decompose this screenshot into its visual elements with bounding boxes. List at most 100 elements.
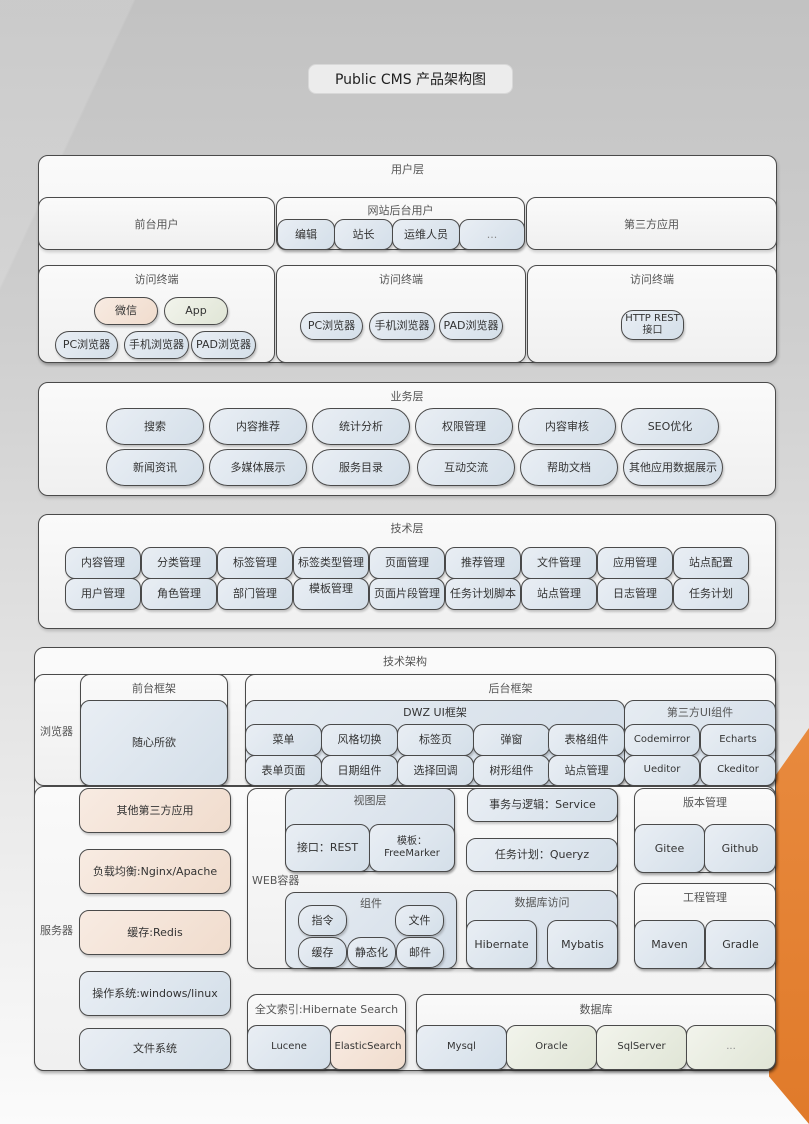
- database-label: 数据库: [579, 1003, 613, 1016]
- db-hibernate[interactable]: Hibernate: [466, 920, 537, 969]
- server-stack-item[interactable]: 负载均衡:Nginx/Apache: [79, 849, 231, 894]
- terminal-label-1: 访问终端: [134, 273, 179, 286]
- role-more[interactable]: ...: [459, 219, 525, 250]
- terminal-label-2: 访问终端: [379, 273, 423, 286]
- business-item[interactable]: 帮助文档: [520, 449, 618, 486]
- tech-item[interactable]: 部门管理: [217, 578, 293, 610]
- tech-item[interactable]: 任务计划脚本: [445, 578, 521, 610]
- server-label: 服务器: [40, 924, 73, 937]
- build-label: 工程管理: [683, 891, 727, 904]
- business-item[interactable]: SEO优化: [621, 408, 719, 445]
- component-cache[interactable]: 缓存: [298, 937, 347, 968]
- tech-item[interactable]: 标签管理: [217, 547, 293, 579]
- dwz-item[interactable]: 日期组件: [321, 755, 398, 786]
- tech-item[interactable]: 文件管理: [521, 547, 597, 579]
- business-item[interactable]: 新闻资讯: [106, 449, 204, 486]
- business-layer-label: 业务层: [390, 390, 424, 403]
- dwz-item[interactable]: 树形组件: [473, 755, 550, 786]
- role-ops[interactable]: 运维人员: [392, 219, 460, 250]
- business-item[interactable]: 搜索: [106, 408, 204, 445]
- server-stack-item[interactable]: 文件系统: [79, 1028, 231, 1070]
- business-item[interactable]: 多媒体展示: [209, 449, 307, 486]
- frontend-framework-content[interactable]: 随心所欲: [80, 700, 228, 786]
- db-mysql[interactable]: Mysql: [416, 1025, 507, 1070]
- tech-item[interactable]: 任务计划: [673, 578, 749, 610]
- tech-item[interactable]: 模板管理: [293, 578, 369, 610]
- architecture-label: 技术架构: [383, 655, 427, 668]
- fulltext-lucene[interactable]: Lucene: [247, 1025, 331, 1070]
- db-sqlserver[interactable]: SqlServer: [596, 1025, 687, 1070]
- business-item[interactable]: 服务目录: [312, 449, 410, 486]
- server-stack-item[interactable]: 其他第三方应用: [79, 788, 231, 833]
- tech-item[interactable]: 站点管理: [521, 578, 597, 610]
- terminal-mobile-browser[interactable]: 手机浏览器: [369, 312, 435, 340]
- business-item[interactable]: 其他应用数据展示: [623, 449, 723, 486]
- dwz-item[interactable]: 风格切换: [321, 724, 398, 756]
- business-item[interactable]: 权限管理: [415, 408, 513, 445]
- terminal-pc-browser[interactable]: PC浏览器: [300, 312, 363, 340]
- business-item[interactable]: 互动交流: [417, 449, 515, 486]
- build-maven[interactable]: Maven: [634, 920, 705, 969]
- third-ui-item[interactable]: Codemirror: [624, 724, 700, 756]
- vc-github[interactable]: Github: [704, 824, 776, 873]
- third-party-apps-box: 第三方应用: [526, 197, 777, 250]
- tech-item[interactable]: 站点配置: [673, 547, 749, 579]
- third-ui-item[interactable]: Ckeditor: [700, 755, 776, 786]
- browser-label: 浏览器: [40, 725, 73, 738]
- third-ui-item[interactable]: Ueditor: [624, 755, 700, 786]
- dwz-item[interactable]: 选择回调: [397, 755, 474, 786]
- terminal-pc-browser[interactable]: PC浏览器: [55, 331, 118, 359]
- tech-item[interactable]: 角色管理: [141, 578, 217, 610]
- view-freemarker[interactable]: 模板： FreeMarker: [369, 824, 455, 872]
- user-layer-label: 用户层: [391, 163, 424, 176]
- terminal-http-rest[interactable]: HTTP REST 接口: [621, 310, 684, 340]
- dwz-item[interactable]: 表单页面: [245, 755, 322, 786]
- terminal-wechat[interactable]: 微信: [94, 297, 158, 325]
- business-item[interactable]: 内容审核: [518, 408, 616, 445]
- terminal-pad-browser[interactable]: PAD浏览器: [439, 312, 503, 340]
- dwz-item[interactable]: 弹窗: [473, 724, 550, 756]
- tech-item[interactable]: 推荐管理: [445, 547, 521, 579]
- tech-item[interactable]: 内容管理: [65, 547, 141, 579]
- tech-item[interactable]: 用户管理: [65, 578, 141, 610]
- dwz-item[interactable]: 标签页: [397, 724, 474, 756]
- business-item[interactable]: 内容推荐: [209, 408, 307, 445]
- tech-item[interactable]: 标签类型管理: [293, 547, 369, 579]
- third-ui-item[interactable]: Echarts: [700, 724, 776, 756]
- scheduler-box[interactable]: 任务计划：Queryz: [466, 838, 618, 872]
- component-file[interactable]: 文件: [395, 905, 444, 936]
- vc-gitee[interactable]: Gitee: [634, 824, 705, 873]
- backend-users-label: 网站后台用户: [367, 204, 434, 217]
- build-gradle[interactable]: Gradle: [705, 920, 776, 969]
- fulltext-elasticsearch[interactable]: ElasticSearch: [330, 1025, 406, 1070]
- server-stack-item[interactable]: 缓存:Redis: [79, 910, 231, 955]
- view-rest[interactable]: 接口：REST: [285, 824, 370, 872]
- frontend-framework-label: 前台框架: [132, 682, 176, 695]
- frontend-users-box: 前台用户: [38, 197, 275, 250]
- terminal-label-3: 访问终端: [630, 273, 674, 286]
- dwz-item[interactable]: 表格组件: [548, 724, 625, 756]
- server-stack-item[interactable]: 操作系统:windows/linux: [79, 971, 231, 1016]
- web-container-label: WEB容器: [252, 874, 300, 887]
- component-mail[interactable]: 邮件: [396, 937, 444, 968]
- db-more[interactable]: ...: [686, 1025, 776, 1070]
- db-mybatis[interactable]: Mybatis: [547, 920, 618, 969]
- terminal-pad-browser[interactable]: PAD浏览器: [191, 331, 256, 359]
- role-editor[interactable]: 编辑: [277, 219, 335, 250]
- dwz-item[interactable]: 菜单: [245, 724, 322, 756]
- tech-item[interactable]: 页面管理: [369, 547, 445, 579]
- terminal-mobile-browser[interactable]: 手机浏览器: [124, 331, 189, 359]
- terminal-app[interactable]: App: [164, 297, 228, 325]
- db-oracle[interactable]: Oracle: [506, 1025, 597, 1070]
- tech-item[interactable]: 分类管理: [141, 547, 217, 579]
- service-box[interactable]: 事务与逻辑：Service: [467, 788, 618, 822]
- dwz-item[interactable]: 站点管理: [548, 755, 625, 786]
- tech-item[interactable]: 日志管理: [597, 578, 673, 610]
- db-access-label: 数据库访问: [514, 896, 570, 909]
- component-static[interactable]: 静态化: [347, 937, 396, 968]
- tech-item[interactable]: 应用管理: [597, 547, 673, 579]
- business-item[interactable]: 统计分析: [312, 408, 410, 445]
- component-directive[interactable]: 指令: [298, 905, 347, 936]
- tech-item[interactable]: 页面片段管理: [369, 578, 445, 610]
- role-webmaster[interactable]: 站长: [334, 219, 393, 250]
